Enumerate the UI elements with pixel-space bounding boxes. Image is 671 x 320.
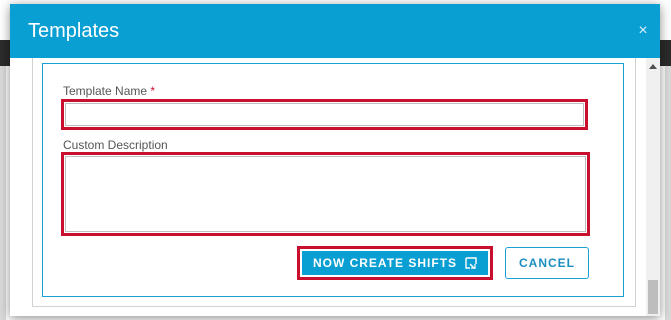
page-background-right (665, 62, 671, 320)
custom-description-highlight (61, 152, 590, 236)
now-create-shifts-label: NOW CREATE SHIFTS (312, 256, 458, 270)
dialog-header: Templates × (10, 4, 660, 58)
dialog-title: Templates (28, 20, 120, 42)
create-shifts-highlight: NOW CREATE SHIFTS (297, 246, 493, 280)
dialog-scrollbar[interactable] (646, 58, 660, 316)
now-create-shifts-button[interactable]: NOW CREATE SHIFTS (302, 251, 488, 275)
templates-dialog: Templates × Template Name * Custom Descr… (10, 4, 660, 316)
cancel-button[interactable]: CANCEL (505, 247, 589, 279)
custom-description-textarea[interactable] (65, 156, 586, 232)
scroll-up-arrow-icon[interactable] (649, 64, 657, 69)
template-name-input[interactable] (65, 103, 584, 126)
template-form: Template Name * Custom Description NOW C… (42, 63, 624, 297)
scrollbar-thumb[interactable] (648, 280, 658, 314)
page-background-left (0, 62, 6, 320)
template-name-label: Template Name * (63, 84, 155, 98)
external-link-icon (465, 257, 477, 269)
template-name-input-highlight (61, 99, 588, 130)
custom-description-label: Custom Description (63, 138, 168, 152)
required-marker: * (150, 84, 156, 98)
close-icon[interactable]: × (635, 23, 651, 39)
dialog-body: Template Name * Custom Description NOW C… (10, 58, 646, 316)
template-name-label-text: Template Name (63, 84, 148, 98)
